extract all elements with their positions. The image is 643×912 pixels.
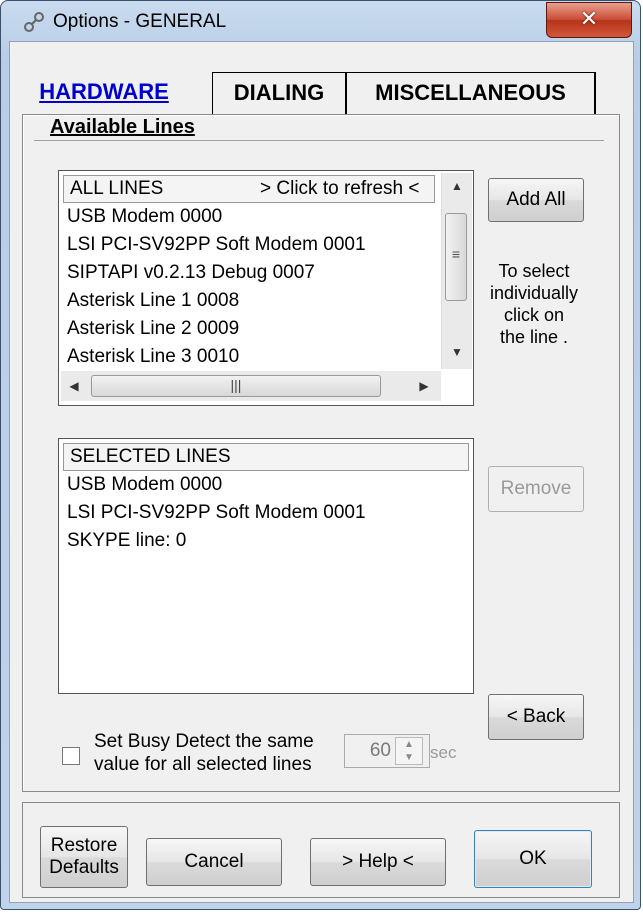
add-all-button[interactable]: Add All: [488, 178, 584, 222]
window-title: Options - GENERAL: [53, 11, 227, 32]
ok-button[interactable]: OK: [474, 830, 592, 888]
vertical-scrollbar[interactable]: ▲ ≡ ▼: [441, 173, 472, 369]
busy-detect-line1: Set Busy Detect the same: [94, 731, 314, 752]
title-bar[interactable]: Options - GENERAL ✕: [1, 1, 640, 41]
list-item[interactable]: LSI PCI-SV92PP Soft Modem 0001: [67, 231, 366, 259]
hint-line: individually: [489, 283, 579, 303]
scroll-up-icon[interactable]: ▲: [442, 179, 472, 193]
back-button[interactable]: < Back: [488, 694, 584, 740]
busy-detect-value[interactable]: 60: [351, 740, 391, 762]
scroll-thumb-horizontal[interactable]: |||: [91, 375, 381, 397]
all-lines-listbox[interactable]: ALL LINES > Click to refresh < USB Modem…: [58, 170, 474, 406]
available-lines-group-title: Available Lines: [50, 116, 197, 139]
phone-options-icon: [24, 12, 44, 32]
spin-down-icon[interactable]: ▼: [396, 751, 422, 764]
scroll-right-icon[interactable]: ▶: [417, 379, 431, 393]
list-item[interactable]: LSI PCI-SV92PP Soft Modem 0001: [67, 499, 366, 527]
list-item[interactable]: Asterisk Line 2 0009: [67, 315, 239, 343]
list-item[interactable]: USB Modem 0000: [67, 471, 222, 499]
list-item[interactable]: SIPTAPI v0.2.13 Debug 0007: [67, 259, 315, 287]
busy-detect-checkbox[interactable]: [62, 747, 80, 765]
hint-line: To select: [498, 261, 570, 281]
remove-button[interactable]: Remove: [488, 466, 584, 512]
restore-line1: Restore: [50, 835, 118, 856]
scroll-down-icon[interactable]: ▼: [442, 345, 472, 359]
restore-line2: Defaults: [49, 857, 119, 878]
list-item[interactable]: SKYPE line: 0: [67, 527, 186, 555]
add-all-label: Add All: [506, 189, 566, 210]
all-lines-header[interactable]: ALL LINES > Click to refresh <: [63, 175, 435, 203]
list-item[interactable]: Asterisk Line 1 0008: [67, 287, 239, 315]
busy-detect-line2: value for all selected lines: [94, 754, 312, 775]
spinner-buttons[interactable]: ▲ ▼: [395, 737, 423, 765]
scroll-left-icon[interactable]: ◀: [67, 379, 81, 393]
scroll-thumb[interactable]: ≡: [445, 213, 467, 301]
list-item[interactable]: USB Modem 0000: [67, 203, 222, 231]
close-button[interactable]: ✕: [546, 2, 632, 38]
tab-miscellaneous[interactable]: MISCELLANEOUS: [346, 72, 596, 116]
spin-up-icon[interactable]: ▲: [396, 738, 422, 751]
selected-lines-header[interactable]: SELECTED LINES: [63, 443, 469, 471]
close-icon: ✕: [579, 7, 599, 32]
all-lines-header-title: ALL LINES: [70, 178, 164, 199]
group-border: [34, 140, 604, 142]
selected-lines-listbox[interactable]: SELECTED LINES USB Modem 0000 LSI PCI-SV…: [58, 438, 474, 694]
tab-hardware[interactable]: HARDWARE: [24, 72, 184, 116]
hint-line: the line .: [499, 327, 569, 347]
options-window: Options - GENERAL ✕ HARDWARE DIALING MIS…: [0, 0, 641, 910]
dialog-client: HARDWARE DIALING MISCELLANEOUS Available…: [9, 41, 634, 903]
help-button[interactable]: > Help <: [310, 838, 446, 886]
click-to-refresh-label[interactable]: > Click to refresh <: [260, 176, 419, 202]
horizontal-scrollbar[interactable]: ◀ ||| ▶: [61, 371, 441, 401]
tab-dialing[interactable]: DIALING: [212, 72, 346, 116]
busy-detect-spinner[interactable]: 60 ▲ ▼: [344, 734, 430, 768]
cancel-button[interactable]: Cancel: [146, 838, 282, 886]
hint-line: click on: [503, 305, 565, 325]
busy-detect-label[interactable]: Set Busy Detect the same value for all s…: [94, 730, 314, 776]
busy-detect-unit: sec: [430, 743, 457, 762]
restore-defaults-button[interactable]: Restore Defaults: [40, 826, 128, 888]
select-hint: To select individually click on the line…: [484, 260, 584, 348]
